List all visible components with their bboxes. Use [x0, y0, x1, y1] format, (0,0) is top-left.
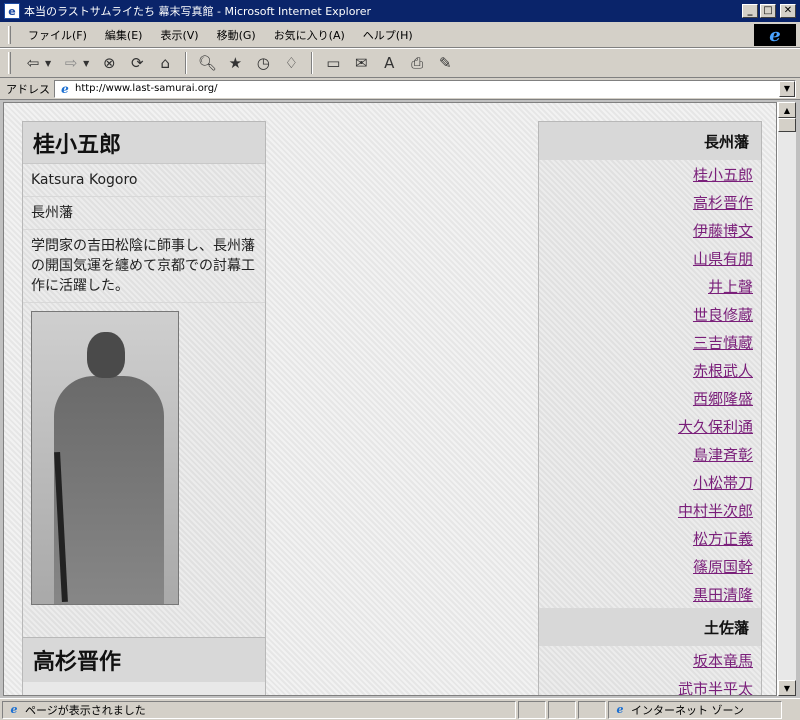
- nav-link[interactable]: 高杉晋作: [693, 192, 753, 213]
- status-bar: e ページが表示されました e インターネット ゾーン: [0, 698, 800, 720]
- internet-zone-icon: e: [616, 703, 624, 716]
- nav-link[interactable]: 伊藤博文: [693, 220, 753, 241]
- status-pane-empty: [518, 700, 546, 719]
- ie-logo: e: [754, 24, 796, 46]
- menu-file[interactable]: ファイル(F): [19, 25, 96, 45]
- scroll-up-icon[interactable]: ▲: [778, 102, 796, 118]
- portrait-head: [87, 332, 125, 378]
- address-label: アドレス: [6, 82, 50, 96]
- address-bar: アドレス e ▼: [0, 78, 800, 100]
- menu-edit[interactable]: 編集(E): [96, 25, 152, 45]
- back-icon[interactable]: ⇦: [21, 51, 45, 75]
- edit-icon[interactable]: ✎: [433, 51, 457, 75]
- nav-link[interactable]: 島津斉彰: [693, 444, 753, 465]
- minimize-button[interactable]: _: [742, 4, 758, 18]
- toolbar: ⇦ ▼ ⇨ ▼ ⊗ ⟳ ⌂ 🔍︎ ★ ◷ ♢ ▭ ✉ A ⎙ ✎: [0, 48, 800, 78]
- print-icon[interactable]: ⎙: [405, 51, 429, 75]
- scroll-down-icon[interactable]: ▼: [778, 680, 796, 696]
- stop-icon[interactable]: ⊗: [97, 51, 121, 75]
- menubar-grip[interactable]: [8, 25, 11, 44]
- nav-link[interactable]: 西郷隆盛: [693, 388, 753, 409]
- toolbar-grip[interactable]: [8, 52, 11, 74]
- vertical-scrollbar[interactable]: ▲ ▼: [777, 102, 796, 696]
- toolbar-separator: [185, 52, 188, 74]
- scroll-thumb[interactable]: [778, 118, 796, 132]
- page-content: 桂小五郎 Katsura Kogoro 長州藩 学問家の吉田松陰に師事し、長州藩…: [3, 102, 777, 696]
- portrait-figure: [54, 376, 164, 604]
- nav-link[interactable]: 篠原国幹: [693, 556, 753, 577]
- maximize-button[interactable]: □: [760, 4, 776, 18]
- home-icon[interactable]: ⌂: [153, 51, 177, 75]
- status-pane-empty: [578, 700, 606, 719]
- back-dropdown-icon[interactable]: ▼: [45, 59, 51, 68]
- menu-help[interactable]: ヘルプ(H): [354, 25, 422, 45]
- address-dropdown-icon[interactable]: ▼: [779, 80, 795, 97]
- address-input[interactable]: [75, 83, 779, 94]
- ie-logo-icon: e: [769, 24, 781, 46]
- nav-group-title: 長州藩: [539, 122, 761, 160]
- refresh-icon[interactable]: ⟳: [125, 51, 149, 75]
- channels-icon[interactable]: ♢: [279, 51, 303, 75]
- window-controls: _ □ ✕: [742, 4, 796, 18]
- next-profile-name: 高杉晋作: [23, 638, 265, 682]
- zone-pane: e インターネット ゾーン: [608, 700, 782, 719]
- mail-icon[interactable]: ✉: [349, 51, 373, 75]
- nav-link[interactable]: 井上聲: [708, 276, 753, 297]
- nav-link[interactable]: 桂小五郎: [693, 164, 753, 185]
- search-icon[interactable]: 🔍︎: [195, 51, 219, 75]
- nav-link[interactable]: 中村半次郎: [678, 500, 753, 521]
- status-pane: e ページが表示されました: [2, 700, 516, 719]
- nav-link[interactable]: 三吉慎蔵: [693, 332, 753, 353]
- profile-domain: 長州藩: [23, 197, 265, 230]
- menu-go[interactable]: 移動(G): [208, 25, 265, 45]
- page-icon: e: [61, 81, 69, 96]
- portrait-photo: [31, 311, 179, 605]
- resize-grip-icon[interactable]: [784, 703, 798, 717]
- nav-group-title: 土佐藩: [539, 608, 761, 646]
- nav-link[interactable]: 松方正義: [693, 528, 753, 549]
- close-button[interactable]: ✕: [780, 4, 796, 18]
- history-icon[interactable]: ◷: [251, 51, 275, 75]
- forward-icon[interactable]: ⇨: [59, 51, 83, 75]
- next-profile-card: 高杉晋作: [22, 637, 266, 695]
- nav-link[interactable]: 武市半平太: [678, 678, 753, 696]
- window-title: 本当のラストサムライたち 幕末写真館 - Microsoft Internet …: [24, 5, 371, 18]
- profile-description: 学問家の吉田松陰に師事し、長州藩の開国気運を纏めて京都での討幕工作に活躍した。: [23, 230, 265, 303]
- nav-link[interactable]: 世良修蔵: [693, 304, 753, 325]
- zone-text: インターネット ゾーン: [631, 703, 744, 717]
- nav-link[interactable]: 黒田清隆: [693, 584, 753, 605]
- nav-link[interactable]: 大久保利通: [678, 416, 753, 437]
- title-bar: e 本当のラストサムライたち 幕末写真館 - Microsoft Interne…: [0, 0, 800, 22]
- nav-link[interactable]: 小松帯刀: [693, 472, 753, 493]
- ie-page-icon: e: [4, 3, 20, 19]
- profile-name: 桂小五郎: [23, 122, 265, 164]
- page-done-icon: e: [10, 703, 18, 716]
- favorites-icon[interactable]: ★: [223, 51, 247, 75]
- nav-link[interactable]: 坂本竜馬: [693, 650, 753, 671]
- menu-favorites[interactable]: お気に入り(A): [265, 25, 354, 45]
- nav-link[interactable]: 山県有朋: [693, 248, 753, 269]
- toolbar-separator: [311, 52, 314, 74]
- nav-link[interactable]: 赤根武人: [693, 360, 753, 381]
- nav-panel: 長州藩 桂小五郎 高杉晋作 伊藤博文 山県有朋 井上聲 世良修蔵 三吉慎蔵 赤根…: [538, 121, 762, 696]
- status-text: ページが表示されました: [25, 703, 146, 717]
- font-icon[interactable]: A: [377, 51, 401, 75]
- address-field[interactable]: e ▼: [54, 79, 796, 98]
- status-pane-empty: [548, 700, 576, 719]
- forward-dropdown-icon[interactable]: ▼: [83, 59, 89, 68]
- menu-view[interactable]: 表示(V): [151, 25, 207, 45]
- fullscreen-icon[interactable]: ▭: [321, 51, 345, 75]
- menu-bar: ファイル(F) 編集(E) 表示(V) 移動(G) お気に入り(A) ヘルプ(H…: [0, 22, 800, 48]
- profile-romaji: Katsura Kogoro: [23, 164, 265, 197]
- profile-card: 桂小五郎 Katsura Kogoro 長州藩 学問家の吉田松陰に師事し、長州藩…: [22, 121, 266, 695]
